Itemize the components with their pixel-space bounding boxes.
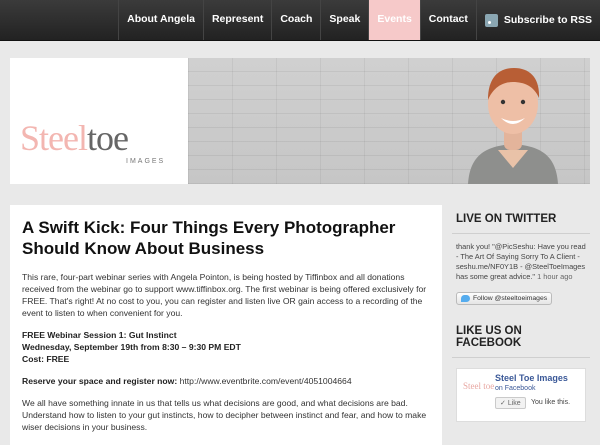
rss-label: Subscribe to RSS — [503, 14, 592, 26]
tiffinbox-link[interactable]: Tiffinbox — [305, 272, 337, 282]
tweet-time[interactable]: 1 hour ago — [537, 272, 572, 281]
article-body: We all have something innate in us that … — [22, 398, 427, 432]
date-line: Wednesday, September 19th from 8:30 – 9:… — [22, 342, 241, 352]
logo-subtitle: IMAGES — [126, 158, 166, 165]
nav-about-angela[interactable]: About Angela — [118, 0, 203, 40]
nav-events[interactable]: Events — [368, 0, 420, 40]
fb-page-name[interactable]: Steel Toe Images — [495, 373, 568, 383]
facebook-like-box: Steel toe Steel Toe Images on Facebook ✓… — [456, 368, 586, 422]
fb-like-status: You like this. — [531, 399, 571, 406]
reserve-paragraph: Reserve your space and register now: htt… — [22, 375, 430, 387]
twitter-bird-icon — [461, 295, 470, 302]
logo-steel: Steel — [20, 118, 88, 158]
nav-subscribe-rss[interactable]: Subscribe to RSS — [475, 0, 600, 40]
cost-line: Cost: FREE — [22, 354, 70, 364]
main-nav: About Angela Represent Coach Speak Event… — [118, 0, 600, 40]
tiffinbox-site-link[interactable]: www.tiffinbox.org — [176, 284, 241, 294]
site-logo: Steeltoe — [20, 118, 129, 158]
nav-represent[interactable]: Represent — [202, 0, 271, 40]
session-details: FREE Webinar Session 1: Gut Instinct Wed… — [22, 329, 430, 365]
article-content: A Swift Kick: Four Things Every Photogra… — [10, 205, 442, 445]
header-photo — [188, 58, 590, 184]
fb-like-button[interactable]: ✓ Like — [495, 397, 526, 409]
logo-toe: toe — [86, 118, 129, 158]
twitter-heading: LIVE ON TWITTER — [452, 205, 590, 234]
follow-button[interactable]: Follow @steeltoeimages — [456, 292, 553, 305]
tweet: thank you! "@PicSeshu: Have you read - T… — [452, 234, 590, 282]
site-header-banner: Steeltoe IMAGES — [10, 58, 590, 184]
session-line: FREE Webinar Session 1: Gut Instinct — [22, 330, 177, 340]
reserve-label: Reserve your space and register now: — [22, 376, 178, 386]
logo-area[interactable]: Steeltoe IMAGES — [10, 58, 188, 184]
portrait-image — [468, 68, 558, 184]
fb-page-sub[interactable]: on Facebook — [495, 385, 535, 392]
fb-page-logo[interactable]: Steel toe — [463, 381, 494, 391]
like-check-icon: ✓ — [500, 400, 506, 407]
follow-label: Follow @steeltoeimages — [473, 295, 548, 302]
nav-contact[interactable]: Contact — [419, 0, 476, 40]
nav-speak[interactable]: Speak — [320, 0, 368, 40]
article-title: A Swift Kick: Four Things Every Photogra… — [22, 218, 396, 258]
sidebar: LIVE ON TWITTER thank you! "@PicSeshu: H… — [452, 205, 590, 422]
article-intro: This rare, four-part webinar series with… — [22, 272, 427, 318]
top-navigation-bar: About Angela Represent Coach Speak Event… — [0, 0, 600, 41]
facebook-heading: LIKE US ON FACEBOOK — [452, 317, 590, 358]
nav-coach[interactable]: Coach — [271, 0, 320, 40]
rss-icon — [484, 13, 498, 27]
register-link[interactable]: http://www.eventbrite.com/event/40510046… — [180, 376, 352, 386]
